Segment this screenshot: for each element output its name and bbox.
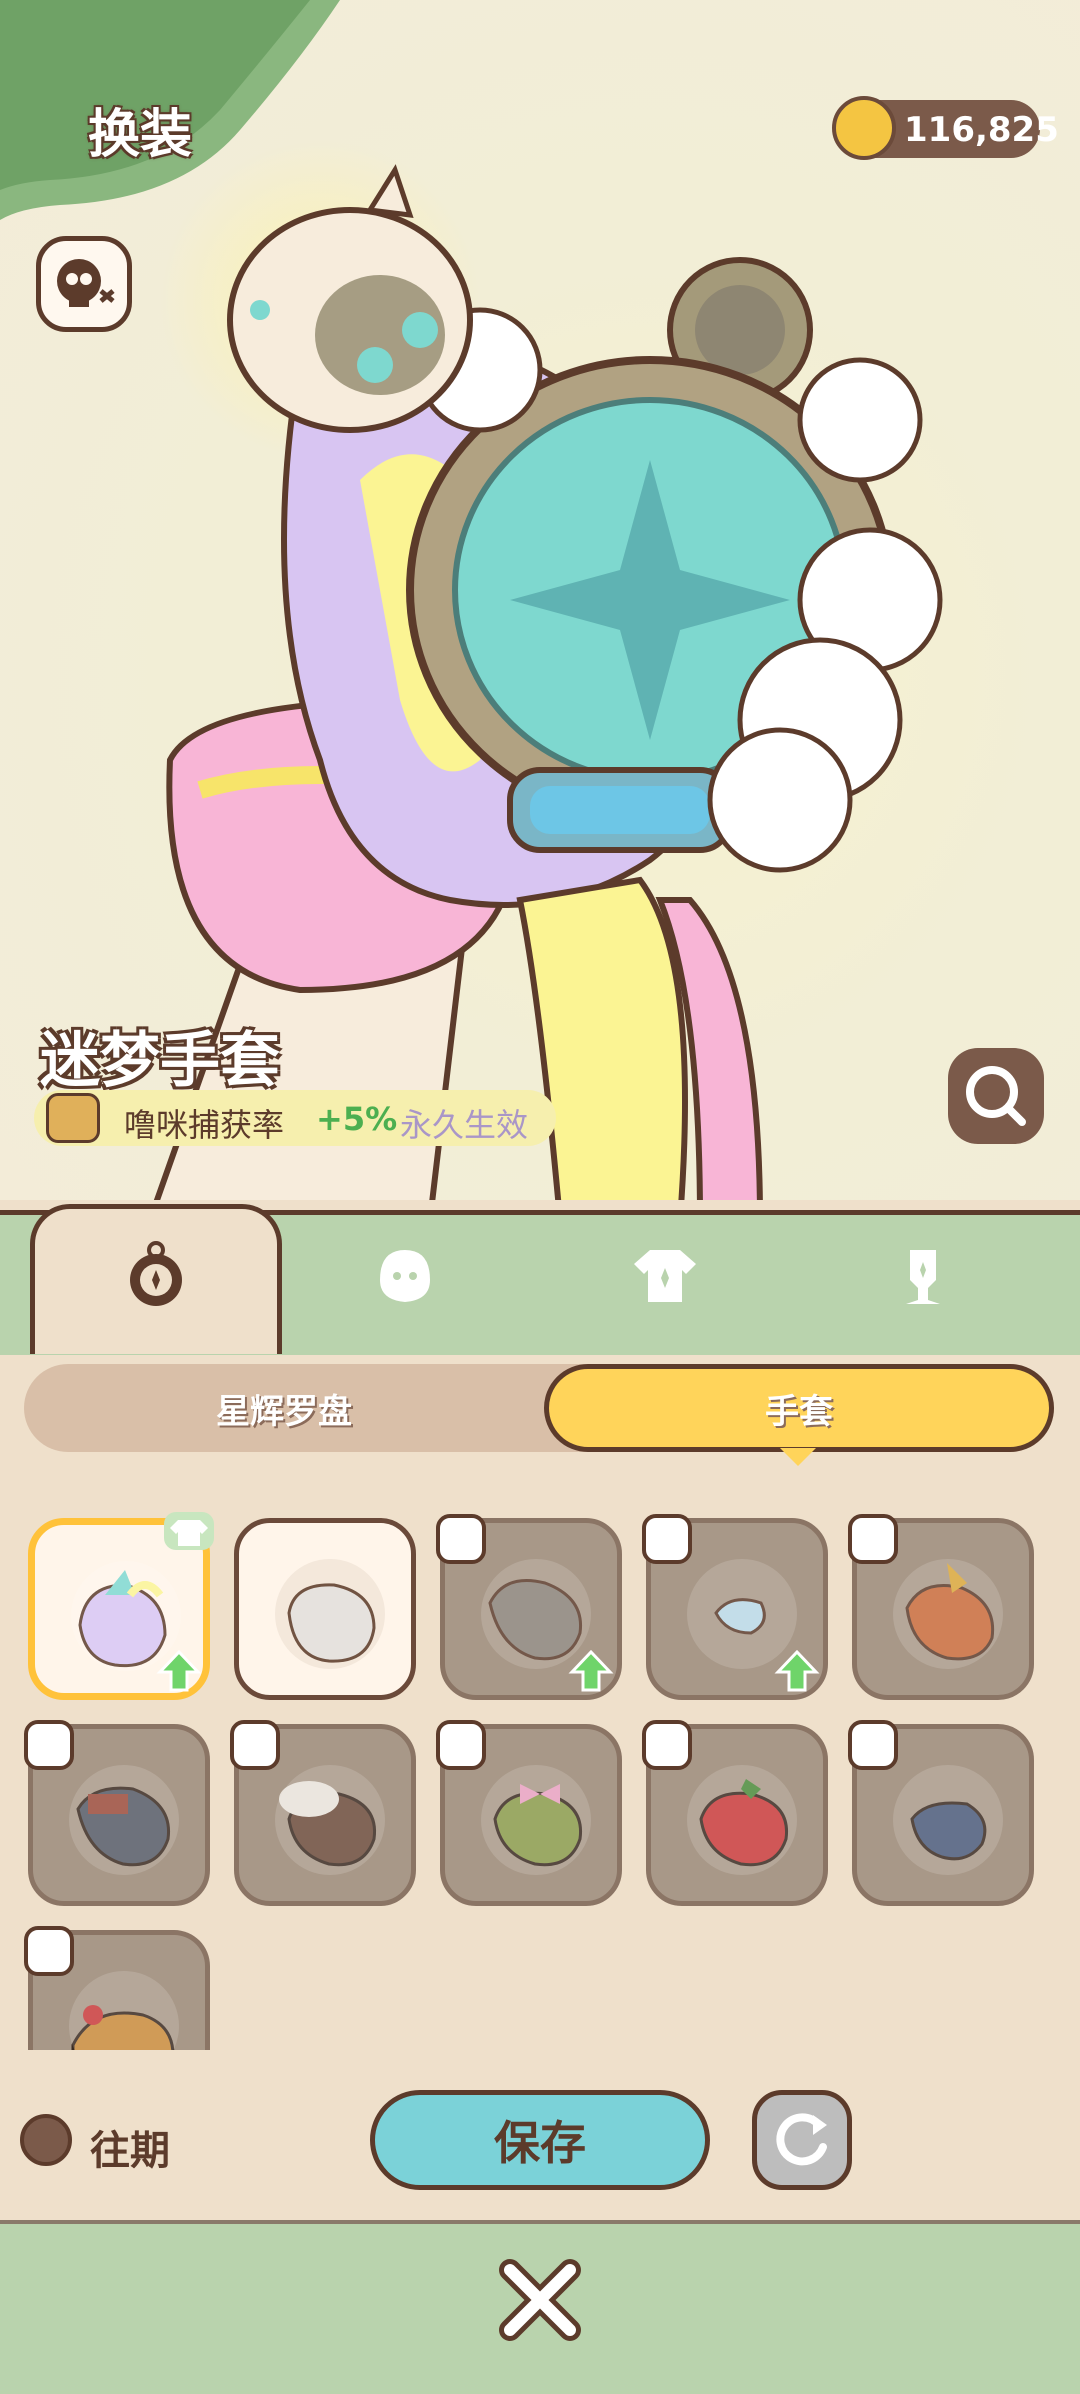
close-button[interactable] bbox=[490, 2250, 590, 2350]
ghost-icon[interactable] bbox=[370, 1240, 440, 1310]
segment-compass[interactable]: 星辉罗盘 bbox=[24, 1364, 544, 1452]
magnifier-icon bbox=[966, 1066, 1026, 1126]
shirt-icon[interactable] bbox=[630, 1240, 700, 1310]
item-grid bbox=[24, 1512, 1058, 2050]
effect-label: 噜咪捕获率 bbox=[124, 1106, 285, 1144]
shirt-icon bbox=[170, 1520, 208, 1546]
effect-duration: 永久生效 bbox=[400, 1106, 529, 1144]
lock-icon bbox=[642, 1720, 692, 1770]
history-toggle[interactable] bbox=[20, 2114, 72, 2166]
close-icon bbox=[499, 2259, 581, 2341]
refresh-icon bbox=[776, 2113, 827, 2166]
segment-pointer bbox=[780, 1448, 816, 1466]
upgrade-arrow-icon bbox=[774, 1649, 820, 1692]
preview-area: 换装 116,825 迷梦手套 噜咪捕获率 +5% 永久生效 bbox=[0, 0, 1080, 1220]
mannequin-icon[interactable] bbox=[888, 1240, 958, 1310]
lock-icon bbox=[848, 1720, 898, 1770]
save-button[interactable]: 保存 bbox=[370, 2090, 710, 2190]
lock-icon bbox=[436, 1720, 486, 1770]
zoom-button[interactable] bbox=[948, 1048, 1044, 1144]
segment-gloves[interactable]: 手套 bbox=[544, 1364, 1054, 1452]
lock-icon bbox=[848, 1514, 898, 1564]
history-label[interactable]: 往期 bbox=[90, 2118, 170, 2176]
item-name: 迷梦手套 bbox=[40, 1026, 280, 1096]
cat-face-icon bbox=[46, 1093, 100, 1143]
upgrade-arrow-icon bbox=[156, 1649, 202, 1692]
page-title: 换装 bbox=[88, 105, 193, 165]
upgrade-arrow-icon bbox=[568, 1649, 614, 1692]
lock-icon bbox=[436, 1514, 486, 1564]
compass-icon bbox=[130, 1241, 182, 1306]
lock-icon bbox=[642, 1514, 692, 1564]
coin-icon bbox=[832, 96, 896, 160]
lock-icon bbox=[24, 1720, 74, 1770]
skull-button[interactable] bbox=[36, 236, 132, 332]
lock-icon bbox=[24, 1926, 74, 1976]
equipped-shirt-badge bbox=[164, 1512, 214, 1550]
reset-button[interactable] bbox=[752, 2090, 852, 2190]
glove-item-white[interactable] bbox=[234, 1518, 416, 1700]
coin-amount: 116,825 bbox=[904, 110, 1059, 150]
skull-icon bbox=[57, 259, 115, 307]
effect-value: +5% bbox=[316, 1100, 398, 1138]
lock-icon bbox=[230, 1720, 280, 1770]
